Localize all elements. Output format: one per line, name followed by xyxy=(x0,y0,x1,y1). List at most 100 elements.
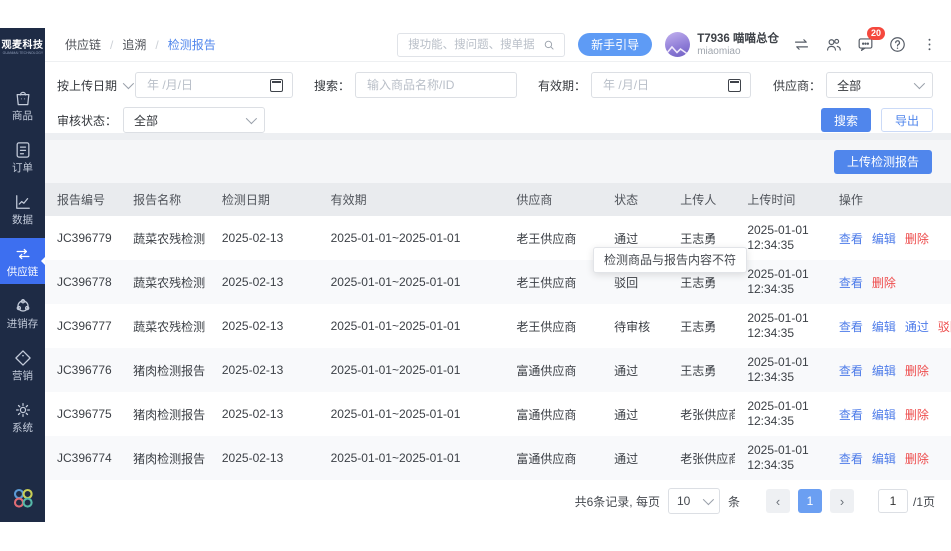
uploader-cell: 老张供应商 xyxy=(680,407,736,422)
brand-logo[interactable]: 观麦科技 GUANMAI TECHNOLOGY xyxy=(0,28,45,62)
table-row: JC396774 猪肉检测报告 2025-02-13 2025-01-01~2025-… xyxy=(45,436,951,480)
column-header: 操作 xyxy=(838,193,863,207)
action-view-link[interactable]: 查看 xyxy=(839,364,863,378)
search-button[interactable]: 搜索 xyxy=(820,108,871,132)
status-cell: 通过 xyxy=(614,363,639,378)
action-view-link[interactable]: 查看 xyxy=(839,452,863,466)
supplier-cell: 富通供应商 xyxy=(516,407,577,422)
action-delete-link[interactable]: 删除 xyxy=(905,452,929,466)
report-name-cell: 蔬菜农残检测 xyxy=(133,319,206,334)
report-name-cell: 猪肉检测报告 xyxy=(133,363,206,378)
brand-subtitle: GUANMAI TECHNOLOGY xyxy=(2,49,43,55)
sidebar-item-marketing[interactable]: 营销 xyxy=(0,342,45,388)
test-date-cell: 2025-02-13 xyxy=(221,319,284,333)
goods-icon xyxy=(16,91,29,106)
action-reject-link[interactable]: 驳回 xyxy=(938,320,951,334)
more-icon[interactable] xyxy=(920,35,939,54)
global-search-box[interactable] xyxy=(397,32,566,57)
page-size-select[interactable]: 10 xyxy=(667,488,720,514)
upload-time-cell: 2025-01-01 12:34:35 xyxy=(747,311,809,340)
action-delete-link[interactable]: 删除 xyxy=(872,276,896,290)
filter-panel: 按上传日期 搜索： 有效期： 供应商： 全部 xyxy=(45,62,951,133)
product-search-box[interactable] xyxy=(355,72,518,98)
sidebar-item-label: 供应链 xyxy=(6,266,39,278)
date-type-selector[interactable]: 按上传日期 xyxy=(57,77,135,94)
inventory-icon xyxy=(16,299,29,312)
action-delete-link[interactable]: 删除 xyxy=(905,408,929,422)
action-edit-link[interactable]: 编辑 xyxy=(872,320,896,334)
prev-page-button[interactable]: ‹ xyxy=(765,489,790,513)
report-no-cell: JC396777 xyxy=(57,319,112,333)
chevron-down-icon xyxy=(702,493,715,506)
switch-store-icon[interactable] xyxy=(792,35,811,54)
validity-date-field[interactable] xyxy=(601,77,723,93)
sidebar-item-goods[interactable]: 商品 xyxy=(0,82,45,128)
action-view-link[interactable]: 查看 xyxy=(839,320,863,334)
column-header: 供应商 xyxy=(516,193,553,207)
sidebar-item-label: 进销存 xyxy=(6,318,39,330)
status-tooltip: 检测商品与报告内容不符 xyxy=(593,247,748,273)
user-info: T7936 喵喵总仓 miaomiao xyxy=(697,33,779,57)
team-icon[interactable] xyxy=(824,35,843,54)
sidebar-item-label: 商品 xyxy=(12,110,33,122)
action-edit-link[interactable]: 编辑 xyxy=(872,232,896,246)
sidebar-item-supply-chain[interactable]: 供应链 xyxy=(0,238,45,284)
pagination-summary: 共6条记录, 每页 xyxy=(574,494,660,509)
upload-report-button[interactable]: 上传检测报告 xyxy=(833,149,932,174)
status-cell: 通过 xyxy=(614,231,639,246)
page-1-button[interactable]: 1 xyxy=(797,489,822,513)
table-row: JC396776 猪肉检测报告 2025-02-13 2025-01-01~2025-… xyxy=(45,348,951,392)
upload-date-input[interactable] xyxy=(135,72,294,98)
column-header: 报告编号 xyxy=(57,193,106,207)
validity-cell: 2025-01-01~2025-01-01 xyxy=(330,407,461,421)
sidebar-item-inventory[interactable]: 进销存 xyxy=(0,290,45,336)
breadcrumb-separator: / xyxy=(110,37,114,52)
action-approve-link[interactable]: 通过 xyxy=(905,320,929,334)
uploader-cell: 王志勇 xyxy=(680,319,717,334)
upload-date-field[interactable] xyxy=(145,77,265,93)
action-edit-link[interactable]: 编辑 xyxy=(872,408,896,422)
uploader-cell: 王志勇 xyxy=(680,231,717,246)
message-icon[interactable]: 20 xyxy=(856,27,886,54)
export-button[interactable]: 导出 xyxy=(880,108,933,132)
clover-apps-icon[interactable] xyxy=(11,486,35,510)
page-jump-input[interactable] xyxy=(877,489,908,513)
uploader-cell: 王志勇 xyxy=(680,363,717,378)
topbar-right: 新手引导 T7936 喵喵总仓 miaomiao xyxy=(397,27,939,57)
action-view-link[interactable]: 查看 xyxy=(839,232,863,246)
sidebar-item-order[interactable]: 订单 xyxy=(0,134,45,180)
action-view-link[interactable]: 查看 xyxy=(839,408,863,422)
breadcrumb-item[interactable]: 检测报告 xyxy=(168,36,216,53)
supply-chain-icon xyxy=(16,248,29,260)
brand-name: 观麦科技 xyxy=(1,39,44,51)
action-view-link[interactable]: 查看 xyxy=(839,276,863,290)
action-edit-link[interactable]: 编辑 xyxy=(872,364,896,378)
chevron-down-icon xyxy=(245,112,258,125)
user-menu[interactable]: T7936 喵喵总仓 miaomiao xyxy=(665,32,779,57)
pagination: 共6条记录, 每页 10 条 ‹ 1 › /1页 xyxy=(45,480,951,522)
status-cell: 驳回 xyxy=(614,275,639,290)
action-delete-link[interactable]: 删除 xyxy=(905,232,929,246)
order-icon xyxy=(16,142,29,158)
breadcrumb-item[interactable]: 追溯 xyxy=(122,36,146,53)
uploader-cell: 王志勇 xyxy=(680,275,717,290)
action-delete-link[interactable]: 删除 xyxy=(905,364,929,378)
sidebar-item-system[interactable]: 系统 xyxy=(0,394,45,440)
global-search-input[interactable] xyxy=(406,37,537,52)
help-icon[interactable] xyxy=(888,35,907,54)
filter-row-2: 审核状态： 全部 搜索 导出 xyxy=(57,107,933,133)
sidebar-item-data[interactable]: 数据 xyxy=(0,186,45,232)
product-search-input[interactable] xyxy=(365,77,508,93)
audit-status-select[interactable]: 全部 xyxy=(123,107,266,133)
report-name-cell: 蔬菜农残检测 xyxy=(133,275,206,290)
breadcrumb-item[interactable]: 供应链 xyxy=(65,36,101,53)
sidebar-item-label: 系统 xyxy=(12,422,33,434)
action-edit-link[interactable]: 编辑 xyxy=(872,452,896,466)
next-page-button[interactable]: › xyxy=(829,489,854,513)
report-no-cell: JC396774 xyxy=(57,451,112,465)
newbie-guide-button[interactable]: 新手引导 xyxy=(578,33,653,56)
validity-cell: 2025-01-01~2025-01-01 xyxy=(330,451,461,465)
validity-date-input[interactable] xyxy=(591,72,752,98)
calendar-icon xyxy=(270,78,284,92)
supplier-select[interactable]: 全部 xyxy=(826,72,933,98)
